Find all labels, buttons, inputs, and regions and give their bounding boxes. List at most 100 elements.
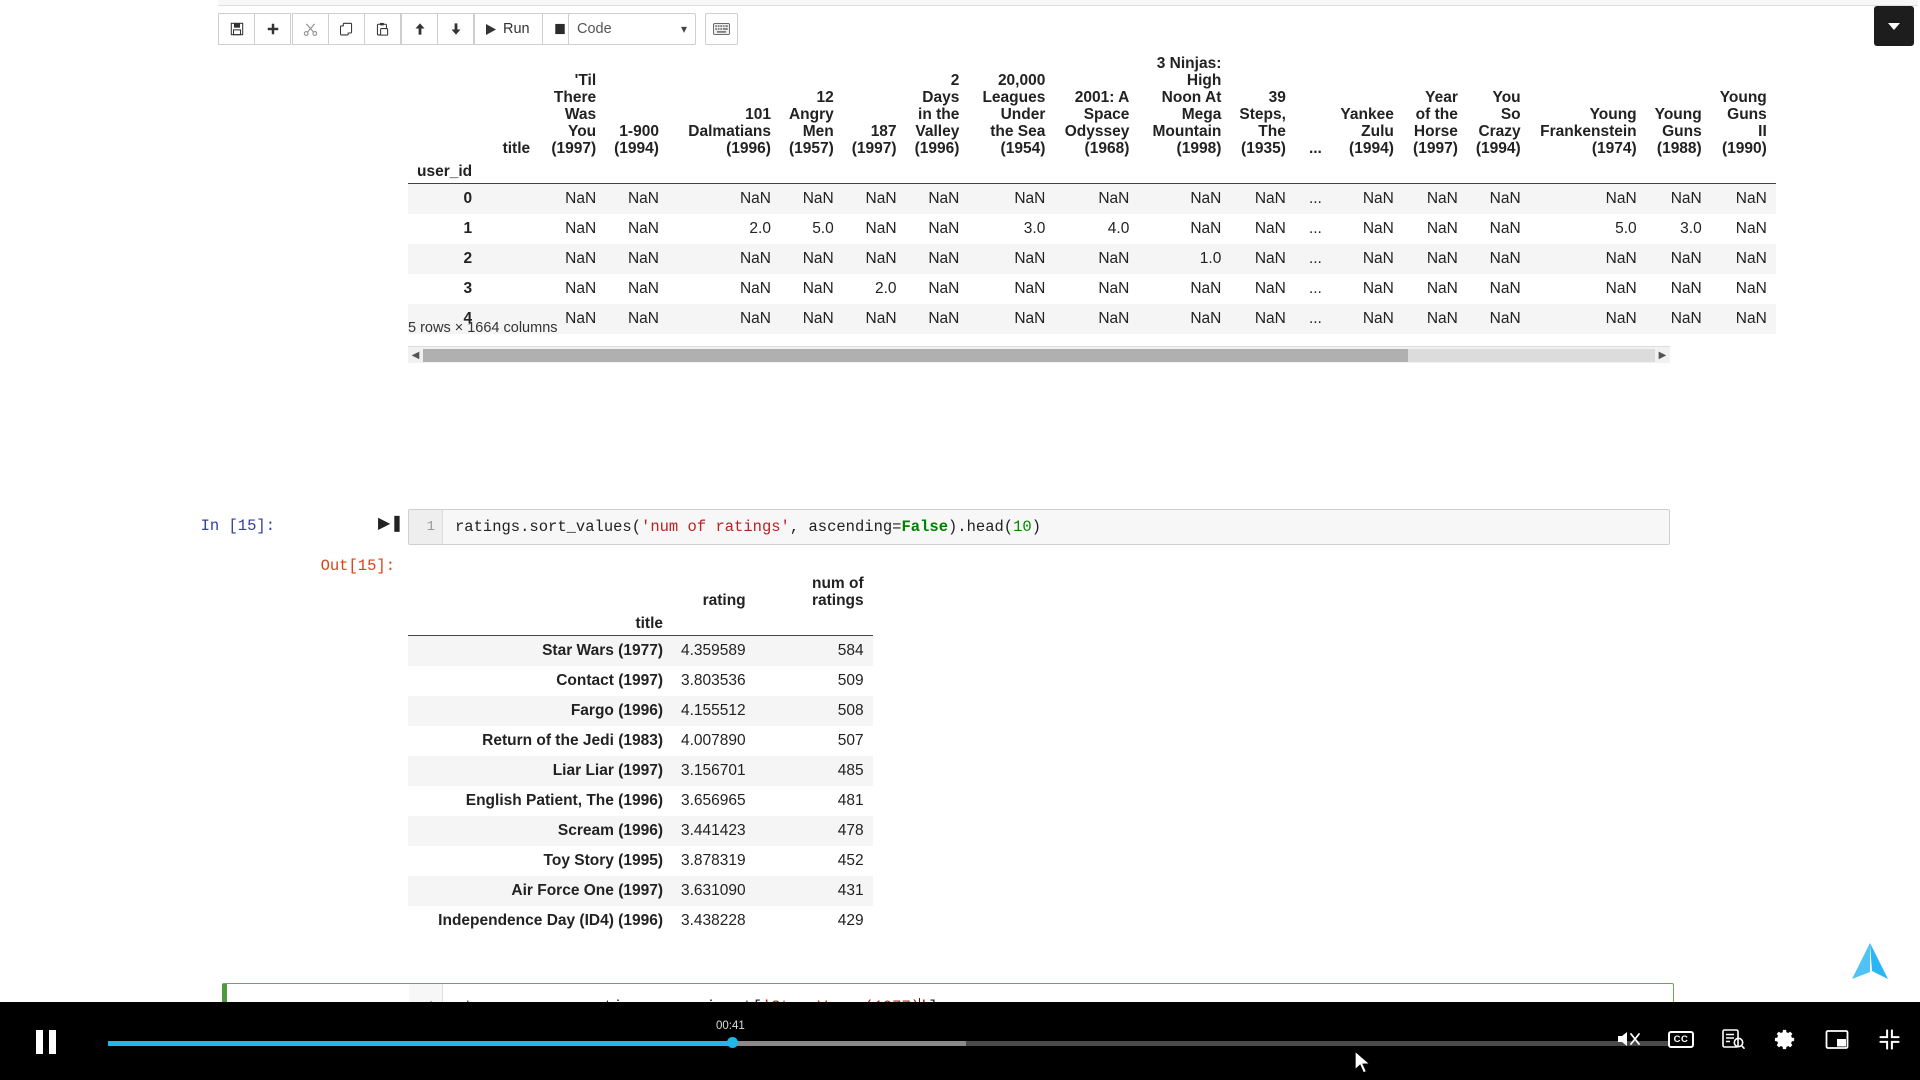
play-pause-button[interactable] xyxy=(20,1016,72,1068)
moviemat-cell: 2.0 xyxy=(668,214,780,244)
moviemat-cell: NaN xyxy=(605,184,668,215)
run-indicator-icon-15[interactable]: ▶❚ xyxy=(378,513,404,533)
cut-cell-button[interactable] xyxy=(292,13,329,45)
moviemat-cell: NaN xyxy=(605,244,668,274)
top-ratings-col-rating: rating xyxy=(672,572,755,612)
scrollbar-track[interactable] xyxy=(423,349,1655,362)
moviemat-cell: NaN xyxy=(906,244,969,274)
moviemat-cell: NaN xyxy=(1646,184,1711,215)
moviemat-cell-spacer xyxy=(481,184,539,215)
top-ratings-tbody: Star Wars (1977)4.359589584Contact (1997… xyxy=(408,636,873,937)
insert-cell-below-button[interactable] xyxy=(254,13,291,45)
moviemat-cell: NaN xyxy=(1054,304,1138,334)
progress-bar[interactable] xyxy=(108,1038,1668,1048)
arrow-up-icon xyxy=(413,22,427,36)
scrollbar-thumb[interactable] xyxy=(423,349,1408,362)
table-row: 2NaNNaNNaNNaNNaNNaNNaNNaN1.0NaN...NaNNaN… xyxy=(408,244,1776,274)
moviemat-row-index: 2 xyxy=(408,244,481,274)
stop-square-icon xyxy=(553,22,567,36)
moviemat-row-index: 1 xyxy=(408,214,481,244)
keyboard-shortcuts-button[interactable] xyxy=(705,13,738,45)
code-token: ratings.sort_values( xyxy=(455,518,641,536)
move-cell-down-button[interactable] xyxy=(437,13,474,45)
top-ratings-cell-num: 485 xyxy=(755,756,873,786)
moviemat-cell: NaN xyxy=(968,304,1054,334)
top-ratings-table: rating num of ratings title Star Wars (1… xyxy=(408,572,873,936)
moviemat-cell-spacer xyxy=(481,274,539,304)
moviemat-cell: NaN xyxy=(1230,304,1295,334)
moviemat-cell: NaN xyxy=(668,274,780,304)
moviemat-cell: NaN xyxy=(1646,244,1711,274)
moviemat-cell: NaN xyxy=(668,304,780,334)
cell-type-value: Code xyxy=(577,21,612,37)
moviemat-col-6: 2 Days in the Valley (1996) xyxy=(906,52,969,160)
top-ratings-col-index-blank xyxy=(408,572,672,612)
moviemat-shape-caption: 5 rows × 1664 columns xyxy=(408,320,558,336)
closed-captions-icon: CC xyxy=(1668,1031,1694,1048)
moviemat-cell: NaN xyxy=(1711,244,1776,274)
moviemat-cell: NaN xyxy=(1403,274,1467,304)
run-cell-button[interactable]: Run xyxy=(474,13,543,45)
toolbar-group-file xyxy=(218,13,291,45)
moviemat-cell: NaN xyxy=(1403,244,1467,274)
progress-handle[interactable] xyxy=(727,1037,738,1048)
top-ratings-cell-rating: 3.156701 xyxy=(672,756,755,786)
top-ratings-row-title: Return of the Jedi (1983) xyxy=(408,726,672,756)
paste-cell-button[interactable] xyxy=(364,13,401,45)
scrollbar-right-arrow[interactable]: ▶ xyxy=(1655,350,1670,361)
table-row: Contact (1997)3.803536509 xyxy=(408,666,873,696)
settings-gear-icon xyxy=(1774,1028,1797,1051)
top-ratings-cell-rating: 4.359589 xyxy=(672,636,755,667)
top-ratings-header-row: rating num of ratings xyxy=(408,572,873,612)
table-row: English Patient, The (1996)3.656965481 xyxy=(408,786,873,816)
moviemat-cell: NaN xyxy=(1711,184,1776,215)
arrow-down-icon xyxy=(449,22,463,36)
save-button[interactable] xyxy=(218,13,255,45)
code-cell-15[interactable]: 1 ratings.sort_values('num of ratings', … xyxy=(408,509,1670,545)
top-ratings-row-title: Independence Day (ID4) (1996) xyxy=(408,906,672,936)
table-row: Toy Story (1995)3.878319452 xyxy=(408,846,873,876)
cell-type-select[interactable]: Code ▾ xyxy=(568,13,696,45)
top-ratings-row-title: Liar Liar (1997) xyxy=(408,756,672,786)
top-ratings-col-num: num of ratings xyxy=(755,572,873,612)
move-cell-up-button[interactable] xyxy=(401,13,438,45)
scrollbar-left-arrow[interactable]: ◀ xyxy=(408,350,423,361)
table-row: 1NaNNaN2.05.0NaNNaN3.04.0NaNNaN...NaNNaN… xyxy=(408,214,1776,244)
moviemat-col-15: Young Frankenstein (1974) xyxy=(1530,52,1646,160)
moviemat-cell: 4.0 xyxy=(1054,214,1138,244)
moviemat-cell: NaN xyxy=(1646,304,1711,334)
moviemat-cell: NaN xyxy=(1138,214,1230,244)
table-row: Independence Day (ID4) (1996)3.438228429 xyxy=(408,906,873,936)
picture-in-picture-button[interactable] xyxy=(1824,1026,1850,1052)
video-player-controls: 00:41 CC xyxy=(0,1002,1920,1080)
moviemat-cell: NaN xyxy=(906,184,969,215)
transcript-button[interactable] xyxy=(1720,1026,1746,1052)
moviemat-horizontal-scrollbar[interactable]: ◀ ▶ xyxy=(408,346,1670,363)
top-ratings-thead: rating num of ratings title xyxy=(408,572,873,636)
settings-button[interactable] xyxy=(1772,1026,1798,1052)
moviemat-cell: NaN xyxy=(780,184,843,215)
top-ratings-cell-rating: 3.441423 xyxy=(672,816,755,846)
mute-button[interactable] xyxy=(1616,1026,1642,1052)
moviemat-cell: NaN xyxy=(843,184,906,215)
moviemat-col-2: 1-900 (1994) xyxy=(605,52,668,160)
floppy-disk-icon xyxy=(230,22,244,36)
top-ratings-cell-num: 431 xyxy=(755,876,873,906)
scroll-to-bottom-button[interactable] xyxy=(1874,6,1914,46)
top-ratings-index-name-row: title xyxy=(408,612,873,636)
run-button-label: Run xyxy=(503,21,530,37)
chevron-down-icon xyxy=(1885,17,1903,35)
moviemat-cell: NaN xyxy=(1138,274,1230,304)
copy-cell-button[interactable] xyxy=(328,13,365,45)
current-time-label: 00:41 xyxy=(716,1020,745,1032)
code-content-15[interactable]: ratings.sort_values('num of ratings', as… xyxy=(443,510,1669,544)
exit-fullscreen-button[interactable] xyxy=(1876,1026,1902,1052)
dataframe-top-ratings: rating num of ratings title Star Wars (1… xyxy=(408,572,873,936)
closed-captions-button[interactable]: CC xyxy=(1668,1026,1694,1052)
player-icon-group: CC xyxy=(1616,1026,1902,1052)
moviemat-cell: NaN xyxy=(1138,304,1230,334)
table-row: Scream (1996)3.441423478 xyxy=(408,816,873,846)
moviemat-cell: NaN xyxy=(539,274,605,304)
moviemat-cell: NaN xyxy=(1230,274,1295,304)
moviemat-cell: NaN xyxy=(605,214,668,244)
